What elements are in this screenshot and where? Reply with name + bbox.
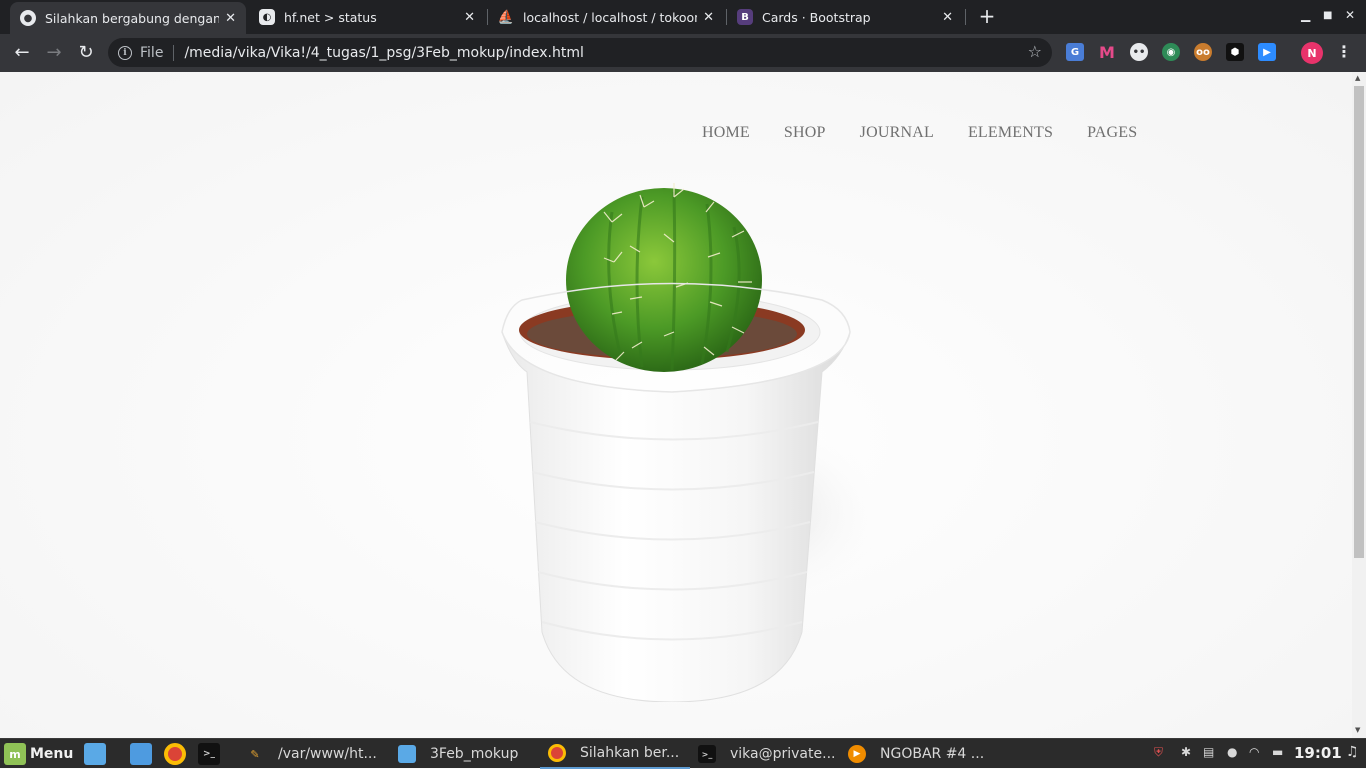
tab-divider: [965, 9, 966, 25]
cube-extension-icon[interactable]: ⬢: [1226, 43, 1244, 61]
launcher-chrome[interactable]: [164, 739, 186, 769]
maximize-button[interactable]: ■: [1323, 10, 1332, 21]
url-text[interactable]: /media/vika/Vika!/4_tugas/1_psg/3Feb_mok…: [184, 45, 583, 61]
clock[interactable]: 19:01: [1294, 744, 1342, 762]
window-label: 3Feb_mokup: [430, 746, 519, 762]
back-button[interactable]: ←: [10, 41, 34, 65]
bootstrap-icon: B: [737, 9, 753, 25]
tab-label: localhost / localhost / tokoonline: [523, 9, 697, 25]
dots-extension-icon[interactable]: ••: [1130, 43, 1148, 61]
chrome-icon: [164, 743, 186, 765]
window-label: Silahkan ber...: [580, 745, 680, 761]
m-extension-icon[interactable]: M: [1098, 43, 1116, 62]
window-label: vika@private...: [730, 746, 836, 762]
media-player-icon: ▶: [848, 745, 866, 763]
mint-logo-icon: m: [4, 743, 26, 765]
chrome-icon: [548, 744, 566, 762]
window-label: NGOBAR #4 ...: [880, 746, 985, 762]
music-note-icon[interactable]: ♫: [1346, 744, 1359, 760]
owl-extension-icon[interactable]: oo: [1194, 43, 1212, 61]
nav-elements[interactable]: ELEMENTS: [968, 124, 1053, 142]
minimize-button[interactable]: ▁: [1301, 8, 1310, 22]
close-icon[interactable]: ✕: [703, 10, 714, 25]
profile-avatar[interactable]: N: [1301, 42, 1323, 64]
cactus-body: [566, 188, 762, 372]
forward-button[interactable]: →: [42, 41, 66, 65]
tab-bootstrap[interactable]: B Cards · Bootstrap ✕: [727, 0, 963, 34]
scrollbar-thumb[interactable]: [1354, 86, 1364, 558]
folder-icon: [398, 745, 416, 763]
close-icon[interactable]: ✕: [942, 10, 953, 25]
taskbar: m Menu >_ ✎ /var/www/ht... 3Feb_mokup Si…: [0, 738, 1366, 769]
url-scheme: File: [140, 44, 164, 61]
page-viewport: HOME SHOP JOURNAL ELEMENTS PAGES: [0, 72, 1352, 738]
hf-icon: ◐: [259, 9, 275, 25]
taskbar-window-terminal[interactable]: >_ vika@private...: [698, 739, 838, 769]
close-window-button[interactable]: ✕: [1345, 8, 1355, 22]
reload-button[interactable]: ↻: [74, 41, 98, 65]
editor-icon: ✎: [250, 747, 260, 761]
clipboard-icon[interactable]: ▤: [1203, 745, 1214, 759]
user-icon[interactable]: ●: [1227, 745, 1237, 759]
omnibox-divider: [173, 44, 175, 61]
translate-extension-icon[interactable]: G: [1066, 43, 1084, 61]
tab-strip: ● Silahkan bergabung dengan ka ✕ ◐ hf.ne…: [0, 0, 1366, 34]
folder-icon: [84, 743, 106, 765]
tab-phpmyadmin[interactable]: ⛵ localhost / localhost / tokoonline ✕: [488, 0, 724, 34]
close-icon[interactable]: ✕: [225, 11, 236, 26]
wifi-icon[interactable]: ◠: [1249, 745, 1259, 759]
address-bar[interactable]: i File /media/vika/Vika!/4_tugas/1_psg/3…: [108, 38, 1052, 67]
nav-pages[interactable]: PAGES: [1087, 124, 1137, 142]
taskbar-window-folder[interactable]: 3Feb_mokup: [398, 739, 530, 769]
browser-toolbar: ← → ↻ i File /media/vika/Vika!/4_tugas/1…: [0, 34, 1366, 72]
scroll-up-arrow-icon[interactable]: ▲: [1355, 74, 1360, 82]
terminal-icon: >_: [698, 745, 716, 763]
globe-icon: ●: [20, 10, 36, 26]
shield-icon[interactable]: ⛨: [1154, 745, 1163, 760]
scroll-down-arrow-icon[interactable]: ▼: [1355, 726, 1360, 734]
tab-hfnet[interactable]: ◐ hf.net > status ✕: [249, 0, 485, 34]
page-scrollbar[interactable]: ▲ ▼: [1352, 72, 1366, 738]
tab-silahkan[interactable]: ● Silahkan bergabung dengan ka ✕: [10, 2, 246, 34]
phpmyadmin-icon: ⛵: [497, 9, 515, 25]
terminal-icon: >_: [198, 743, 220, 765]
taskbar-window-media[interactable]: ▶ NGOBAR #4 ...: [848, 739, 998, 769]
menu-kebab-icon[interactable]: ⋮: [1336, 42, 1352, 61]
close-icon[interactable]: ✕: [464, 10, 475, 25]
nav-home[interactable]: HOME: [702, 124, 750, 142]
launcher-files-1[interactable]: [84, 739, 106, 769]
nav-journal[interactable]: JOURNAL: [860, 124, 934, 142]
folder-icon: [130, 743, 152, 765]
pot-body: [501, 331, 851, 702]
new-tab-button[interactable]: +: [976, 5, 998, 27]
bookmark-star-icon[interactable]: ☆: [1028, 42, 1042, 61]
tab-label: Cards · Bootstrap: [762, 9, 871, 25]
tab-label: Silahkan bergabung dengan ka: [45, 10, 220, 26]
tab-label: hf.net > status: [284, 9, 377, 25]
launcher-files-2[interactable]: [130, 739, 152, 769]
hero-section: HOME SHOP JOURNAL ELEMENTS PAGES: [0, 72, 1352, 738]
nav-shop[interactable]: SHOP: [784, 124, 826, 142]
bluetooth-icon[interactable]: ✱: [1181, 745, 1191, 759]
taskbar-window-chrome[interactable]: Silahkan ber...: [540, 739, 690, 769]
zoom-extension-icon[interactable]: ▶: [1258, 43, 1276, 61]
window-label: /var/www/ht...: [278, 746, 377, 762]
globe-extension-icon[interactable]: ◉: [1162, 43, 1180, 61]
menu-label: Menu: [30, 746, 74, 762]
taskbar-window-editor[interactable]: ✎ /var/www/ht...: [246, 739, 386, 769]
launcher-terminal[interactable]: >_: [198, 739, 220, 769]
info-icon[interactable]: i: [118, 45, 132, 60]
start-menu-button[interactable]: m Menu: [4, 739, 73, 769]
battery-icon[interactable]: ▬: [1272, 745, 1283, 759]
cactus-pot-image: [501, 183, 882, 702]
main-nav: HOME SHOP JOURNAL ELEMENTS PAGES: [702, 124, 1171, 142]
